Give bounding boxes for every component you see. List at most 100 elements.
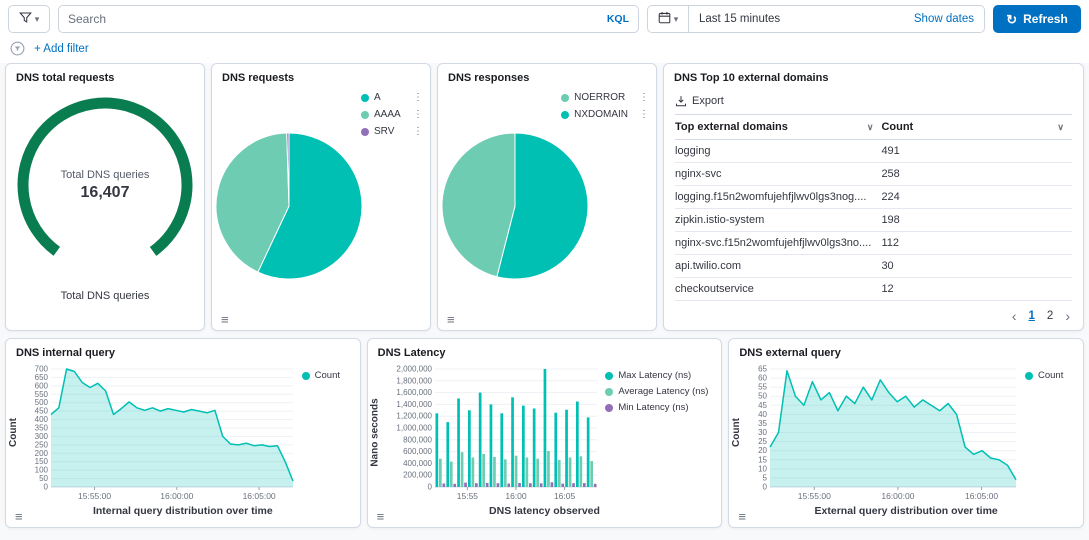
sort-chevron-icon[interactable]: ∨: [1057, 122, 1064, 133]
legend-item[interactable]: NXDOMAIN⋮: [561, 109, 649, 120]
svg-text:16:00:00: 16:00:00: [882, 491, 915, 501]
refresh-icon: ↻: [1006, 13, 1017, 26]
dns-responses-pie-chart[interactable]: [441, 132, 589, 280]
latency-chart[interactable]: 0200,000400,000600,000800,0001,000,0001,…: [383, 362, 604, 502]
svg-text:100: 100: [35, 466, 49, 475]
calendar-icon: [658, 11, 671, 27]
legend-item-menu-icon[interactable]: ⋮: [633, 92, 649, 103]
legend-toggle-icon[interactable]: ≡: [15, 510, 23, 523]
panel-title: DNS external query: [729, 339, 1083, 361]
date-picker: ▾ Last 15 minutes Show dates: [647, 5, 985, 33]
table-row: checkoutservice12: [675, 278, 1072, 301]
domain-cell: nginx-svc.f15n2womfujehfjlwv0lgs3no....: [675, 232, 881, 255]
count-cell: 491: [881, 140, 1072, 163]
dns-total-requests-gauge[interactable]: [15, 92, 195, 278]
svg-text:400,000: 400,000: [403, 459, 432, 468]
svg-text:150: 150: [35, 457, 49, 466]
legend-item[interactable]: A⋮: [361, 92, 423, 103]
legend-label: AAAA: [374, 109, 401, 120]
legend-item-menu-icon[interactable]: ⋮: [407, 126, 423, 137]
pagination-prev-icon[interactable]: ‹: [1012, 309, 1017, 323]
legend-item[interactable]: Min Latency (ns): [605, 402, 715, 413]
y-axis-title: Count: [8, 418, 19, 447]
x-axis-title: Internal query distribution over time: [6, 505, 360, 517]
panel-dns-total-requests: DNS total requests Total DNS queries 16,…: [5, 63, 205, 331]
legend-toggle-icon[interactable]: ≡: [738, 510, 746, 523]
legend: Count: [1023, 362, 1083, 502]
refresh-button[interactable]: ↻ Refresh: [993, 5, 1081, 33]
svg-text:0: 0: [763, 483, 768, 492]
legend-item-menu-icon[interactable]: ⋮: [407, 92, 423, 103]
domain-cell: zipkin.istio-system: [675, 209, 881, 232]
legend-item-menu-icon[interactable]: ⋮: [633, 109, 649, 120]
pagination-page-2[interactable]: 2: [1047, 310, 1053, 322]
legend-item[interactable]: NOERROR⋮: [561, 92, 649, 103]
panel-top-external-domains: DNS Top 10 external domains Export Top e…: [663, 63, 1084, 331]
svg-text:400: 400: [35, 415, 49, 424]
export-button[interactable]: Export: [664, 86, 1083, 114]
download-icon: [675, 95, 687, 107]
panel-dns-requests: DNS requests A⋮AAAA⋮SRV⋮ ≡: [211, 63, 431, 331]
chevron-down-icon: ▾: [35, 14, 40, 25]
legend: A⋮AAAA⋮SRV⋮: [361, 92, 423, 137]
legend-toggle-icon[interactable]: ≡: [447, 313, 455, 326]
refresh-button-label: Refresh: [1023, 12, 1068, 26]
dashboard-row-2: DNS internal query Count 050100150200250…: [0, 338, 1089, 528]
legend-item[interactable]: Count: [302, 370, 354, 381]
column-header-domains[interactable]: Top external domains∨: [675, 115, 881, 140]
sort-chevron-icon[interactable]: ∨: [867, 122, 874, 133]
time-range-label[interactable]: Last 15 minutes: [699, 13, 780, 25]
legend-toggle-icon[interactable]: ≡: [221, 313, 229, 326]
legend-item[interactable]: Average Latency (ns): [605, 386, 715, 397]
internal-query-chart[interactable]: 0501001502002503003504004505005506006507…: [21, 362, 300, 502]
dns-requests-pie-chart[interactable]: [215, 132, 363, 280]
date-range-field[interactable]: Last 15 minutes Show dates: [689, 5, 985, 33]
search-input[interactable]: [68, 12, 607, 26]
svg-text:1,000,000: 1,000,000: [396, 424, 432, 433]
panel-dns-external-query: DNS external query Count 051015202530354…: [728, 338, 1084, 528]
kql-badge[interactable]: KQL: [607, 13, 629, 25]
table-row: nginx-svc.f15n2womfujehfjlwv0lgs3no....1…: [675, 232, 1072, 255]
x-axis-title: DNS latency observed: [368, 505, 722, 517]
saved-query-menu-button[interactable]: ▾: [8, 5, 50, 33]
panel-dns-latency: DNS Latency Nano seconds 0200,000400,000…: [367, 338, 723, 528]
dashboard-row-1: DNS total requests Total DNS queries 16,…: [0, 63, 1089, 331]
svg-text:60: 60: [758, 374, 767, 383]
filter-options-icon[interactable]: [10, 41, 25, 56]
svg-text:10: 10: [758, 464, 767, 473]
search-field[interactable]: KQL: [58, 5, 639, 33]
chevron-down-icon: ▾: [674, 14, 679, 25]
svg-text:30: 30: [758, 428, 767, 437]
gauge-footer-label: Total DNS queries: [6, 290, 204, 302]
count-cell: 198: [881, 209, 1072, 232]
x-axis-title: External query distribution over time: [729, 505, 1083, 517]
y-axis-title: Nano seconds: [370, 398, 381, 466]
date-quick-select-button[interactable]: ▾: [647, 5, 689, 33]
legend-item-menu-icon[interactable]: ⋮: [407, 109, 423, 120]
legend-item[interactable]: Max Latency (ns): [605, 370, 715, 381]
svg-text:450: 450: [35, 407, 49, 416]
count-cell: 258: [881, 163, 1072, 186]
add-filter-link[interactable]: + Add filter: [34, 43, 89, 55]
show-dates-link[interactable]: Show dates: [914, 13, 974, 25]
column-header-count[interactable]: Count∨: [881, 115, 1072, 140]
legend: Max Latency (ns) Average Latency (ns) Min …: [603, 362, 721, 502]
svg-text:50: 50: [39, 474, 48, 483]
pagination-page-1[interactable]: 1: [1029, 310, 1035, 322]
domain-cell: logging: [675, 140, 881, 163]
legend-item[interactable]: Count: [1025, 370, 1077, 381]
top-domains-table: Top external domains∨ Count∨ logging491 n…: [675, 114, 1072, 301]
table-row: logging.f15n2womfujehfjlwv0lgs3nog....22…: [675, 186, 1072, 209]
svg-text:55: 55: [758, 383, 767, 392]
pagination-next-icon[interactable]: ›: [1065, 309, 1070, 323]
external-query-chart[interactable]: 0510152025303540455055606515:55:0016:00:…: [744, 362, 1023, 502]
y-axis-title: Count: [731, 418, 742, 447]
legend-color-dot: [361, 94, 369, 102]
svg-text:20: 20: [758, 446, 767, 455]
svg-text:650: 650: [35, 373, 49, 382]
legend-item[interactable]: SRV⋮: [361, 126, 423, 137]
legend-item[interactable]: AAAA ⋮: [361, 109, 423, 120]
legend-color-dot: [561, 111, 569, 119]
panel-dns-internal-query: DNS internal query Count 050100150200250…: [5, 338, 361, 528]
legend-toggle-icon[interactable]: ≡: [377, 510, 385, 523]
